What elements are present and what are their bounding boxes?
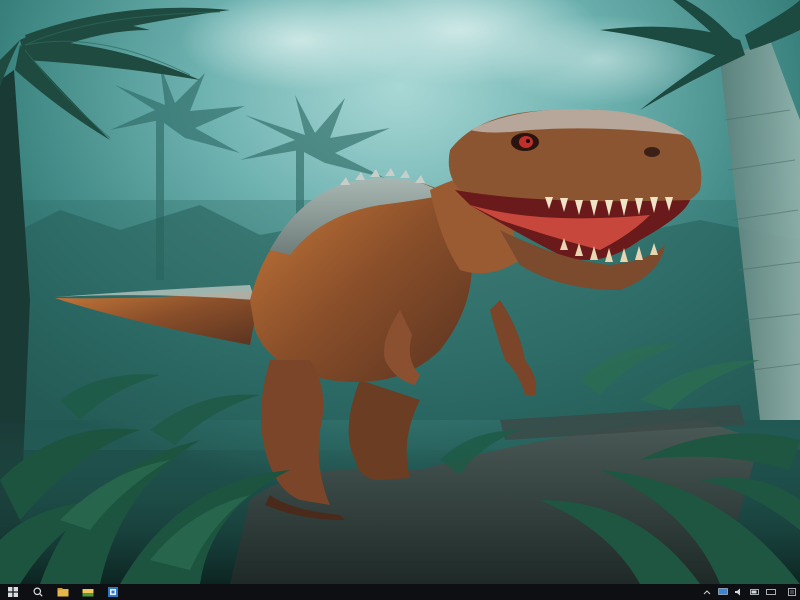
taskbar: [0, 584, 800, 600]
file-explorer-icon[interactable]: [54, 585, 72, 599]
chevron-up-icon[interactable]: [702, 587, 712, 597]
notification-icon[interactable]: [788, 587, 796, 597]
store-icon[interactable]: [104, 585, 122, 599]
folder-icon[interactable]: [79, 585, 97, 599]
network-icon[interactable]: [718, 587, 728, 597]
windows-start-icon[interactable]: [4, 585, 22, 599]
volume-icon[interactable]: [734, 587, 744, 597]
keyboard-icon[interactable]: [766, 587, 776, 597]
wallpaper-trex-jungle: [0, 0, 800, 584]
battery-icon[interactable]: [750, 587, 760, 597]
system-tray: [696, 584, 796, 600]
desktop[interactable]: [0, 0, 800, 584]
search-icon[interactable]: [29, 585, 47, 599]
